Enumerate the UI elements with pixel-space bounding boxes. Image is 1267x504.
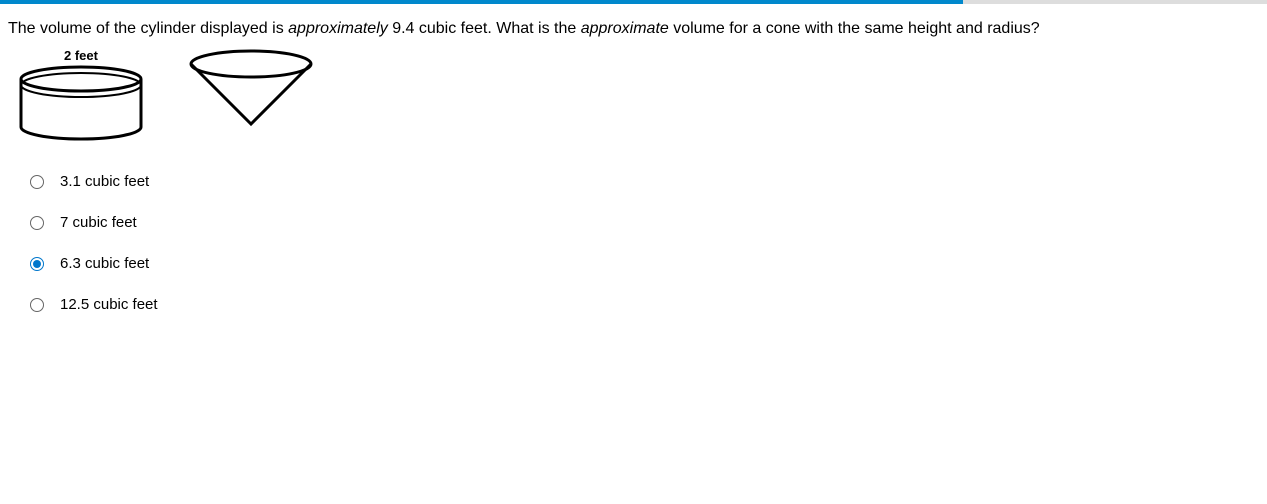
radio-icon-selected	[30, 257, 44, 271]
radio-icon	[30, 298, 44, 312]
radio-icon	[30, 216, 44, 230]
question-italic-1: approximately	[288, 20, 388, 37]
cylinder-label: 2 feet	[64, 48, 98, 63]
question-prefix: The volume of the cylinder displayed is	[8, 20, 288, 37]
question-mid: 9.4 cubic feet. What is the	[388, 20, 581, 37]
option-label: 12.5 cubic feet	[60, 296, 158, 313]
question-text: The volume of the cylinder displayed is …	[8, 18, 1259, 40]
option-label: 7 cubic feet	[60, 214, 137, 231]
cone-icon	[186, 48, 316, 128]
option-2[interactable]: 7 cubic feet	[30, 214, 1259, 231]
question-suffix: volume for a cone with the same height a…	[669, 20, 1040, 37]
question-content: The volume of the cylinder displayed is …	[0, 4, 1267, 351]
question-italic-2: approximate	[581, 20, 669, 37]
option-label: 3.1 cubic feet	[60, 173, 149, 190]
figures-row: 2 feet	[16, 48, 1259, 143]
cylinder-figure: 2 feet	[16, 48, 146, 143]
option-label: 6.3 cubic feet	[60, 255, 149, 272]
cylinder-icon	[16, 65, 146, 143]
progress-fill	[0, 0, 963, 4]
radio-icon	[30, 175, 44, 189]
option-4[interactable]: 12.5 cubic feet	[30, 296, 1259, 313]
option-3[interactable]: 6.3 cubic feet	[30, 255, 1259, 272]
cone-figure	[186, 48, 316, 128]
option-1[interactable]: 3.1 cubic feet	[30, 173, 1259, 190]
progress-bar	[0, 0, 1267, 4]
options-list: 3.1 cubic feet 7 cubic feet 6.3 cubic fe…	[30, 173, 1259, 313]
